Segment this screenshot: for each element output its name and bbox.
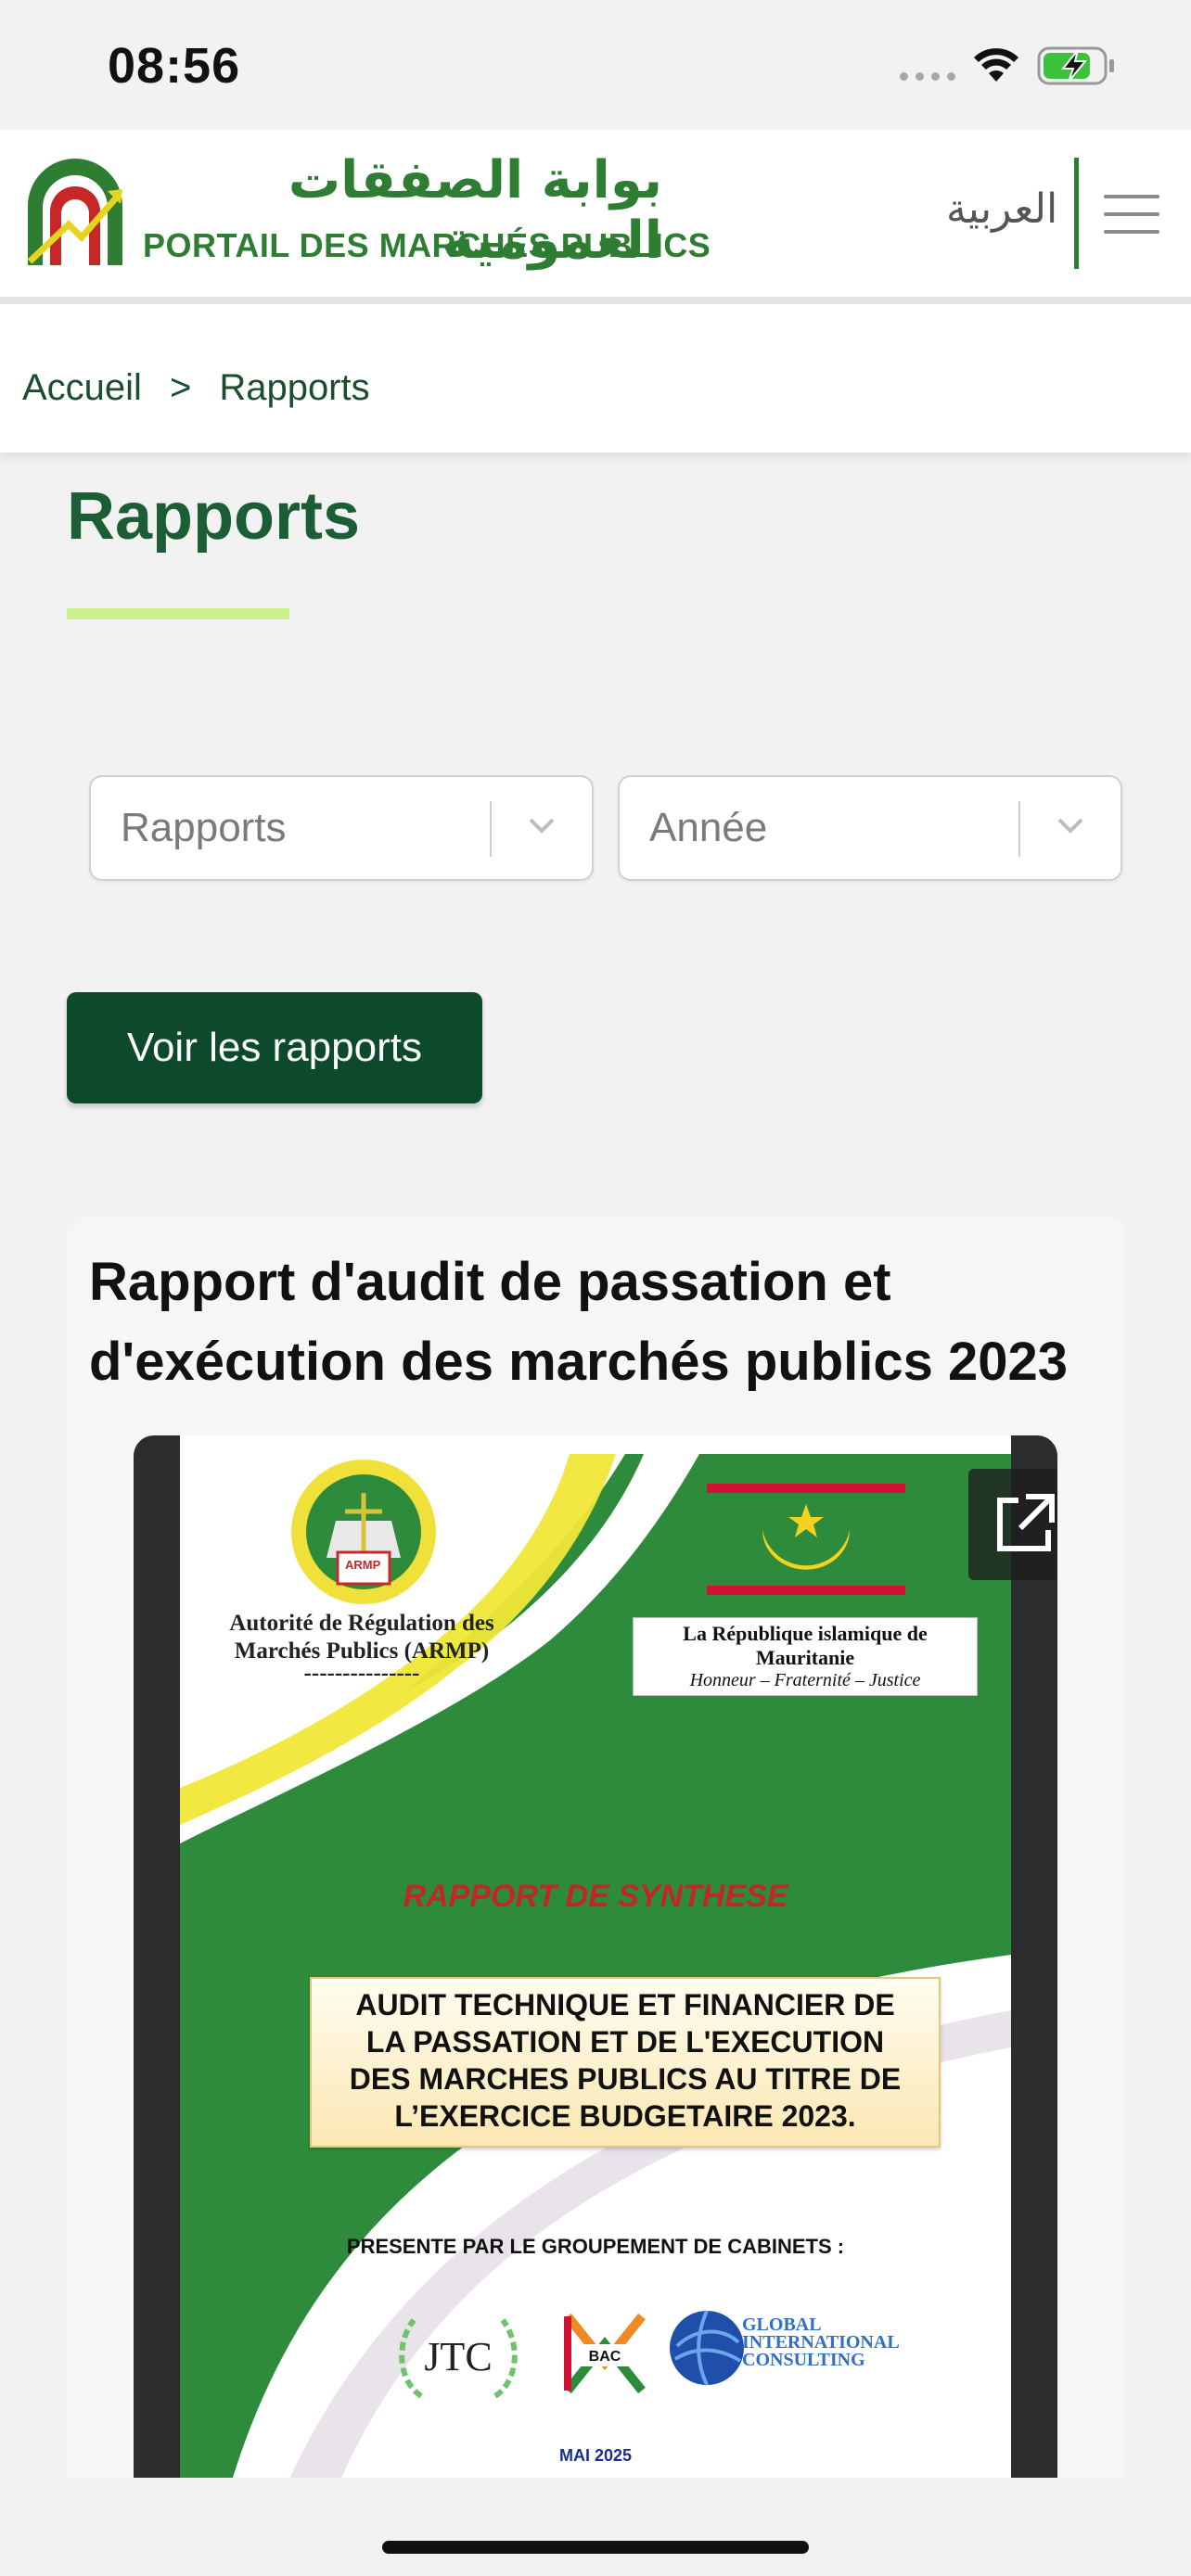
cellular-signal-icon [900, 72, 955, 81]
status-time: 08:56 [108, 38, 241, 94]
status-bar: 08:56 [0, 0, 1191, 130]
jtc-text: JTC [424, 2334, 492, 2379]
armp-seal-icon [291, 1460, 436, 1604]
jtc-logo-icon: JTC [399, 2318, 518, 2399]
cover-republic: La République islamique de Mauritanie [683, 1622, 928, 1669]
cover-date: MAI 2025 [558, 2446, 633, 2465]
mauritania-flag-icon [707, 1484, 905, 1595]
breadcrumb-separator: > [169, 367, 192, 408]
cover-main-title-box: AUDIT TECHNIQUE ET FINANCIER DE LA PASSA… [310, 1977, 941, 2148]
site-header: بوابة الصفقات العمومية PORTAIL DES MARCH… [0, 130, 1191, 297]
year-placeholder: Année [649, 805, 768, 850]
hamburger-menu-icon[interactable] [1104, 195, 1159, 234]
bac-logo-icon: BAC [564, 2313, 646, 2394]
title-underline [67, 608, 289, 619]
pdf-viewer[interactable]: ARMP Autorité de Régulation des Marchés … [134, 1435, 1057, 2576]
view-reports-button[interactable]: Voir les rapports [67, 992, 482, 1103]
cover-presented-by: PRESENTE PAR LE GROUPEMENT DE CABINETS : [346, 2235, 845, 2258]
language-switch-link[interactable]: العربية [946, 185, 1057, 233]
home-indicator[interactable] [382, 2541, 809, 2554]
chevron-down-icon[interactable] [1054, 814, 1087, 836]
report-title[interactable]: Rapport d'audit de passation et d'exécut… [89, 1243, 1109, 1402]
breadcrumb-bar: Accueil > Rapports [0, 304, 1191, 453]
cover-org-name: Autorité de Régulation des Marchés Publi… [213, 1610, 510, 1686]
report-type-select[interactable]: Rapports [89, 775, 594, 881]
breadcrumb-current[interactable]: Rapports [219, 367, 369, 409]
report-cover-page: ARMP Autorité de Régulation des Marchés … [180, 1435, 1011, 2576]
portal-logo-icon[interactable] [26, 158, 124, 265]
year-select[interactable]: Année [618, 775, 1122, 881]
gic-name: GLOBAL INTERNATIONAL CONSULTING [742, 2315, 900, 2370]
wifi-icon [974, 48, 1018, 82]
battery-charging-icon [1037, 46, 1114, 85]
report-type-placeholder: Rapports [121, 805, 287, 850]
chevron-down-icon[interactable] [525, 814, 558, 836]
cover-box-line2: LA PASSATION ET DE L'EXECUTION [365, 2025, 885, 2059]
page-title: Rapports [67, 479, 361, 554]
cover-box-line1: AUDIT TECHNIQUE ET FINANCIER DE [355, 1988, 895, 2021]
cover-synthesis-title: RAPPORT DE SYNTHESE [403, 1879, 788, 1914]
armp-badge-text: ARMP [345, 1558, 381, 1572]
header-divider [1074, 158, 1079, 269]
select-separator [490, 801, 492, 857]
select-separator [1018, 801, 1020, 857]
cover-org-line1: Autorité de Régulation des [229, 1611, 494, 1636]
cover-box-line4: L’EXERCICE BUDGETAIRE 2023. [394, 2099, 856, 2133]
cover-box-line3: DES MARCHES PUBLICS AU TITRE DE [349, 2062, 902, 2096]
cover-republic-box: La République islamique de Mauritanie Ho… [633, 1617, 978, 1696]
cover-motto: Honneur – Fraternité – Justice [689, 1670, 921, 1690]
open-in-new-icon[interactable] [968, 1469, 1057, 1580]
breadcrumb: Accueil > Rapports [22, 367, 370, 409]
gic-line3: CONSULTING [742, 2350, 865, 2370]
breadcrumb-home-link[interactable]: Accueil [22, 367, 142, 409]
open-in-new-glyph [997, 1494, 1055, 1551]
gic-globe-icon [670, 2310, 744, 2386]
bac-text: BAC [589, 2349, 621, 2365]
report-card: Rapport d'audit de passation et d'exécut… [67, 1217, 1124, 2576]
cover-org-dash: --------------- [303, 1661, 420, 1686]
home-indicator-area [0, 2478, 1191, 2576]
logo-french-text: PORTAIL DES MARCHÉS PUBLICS [143, 226, 711, 264]
